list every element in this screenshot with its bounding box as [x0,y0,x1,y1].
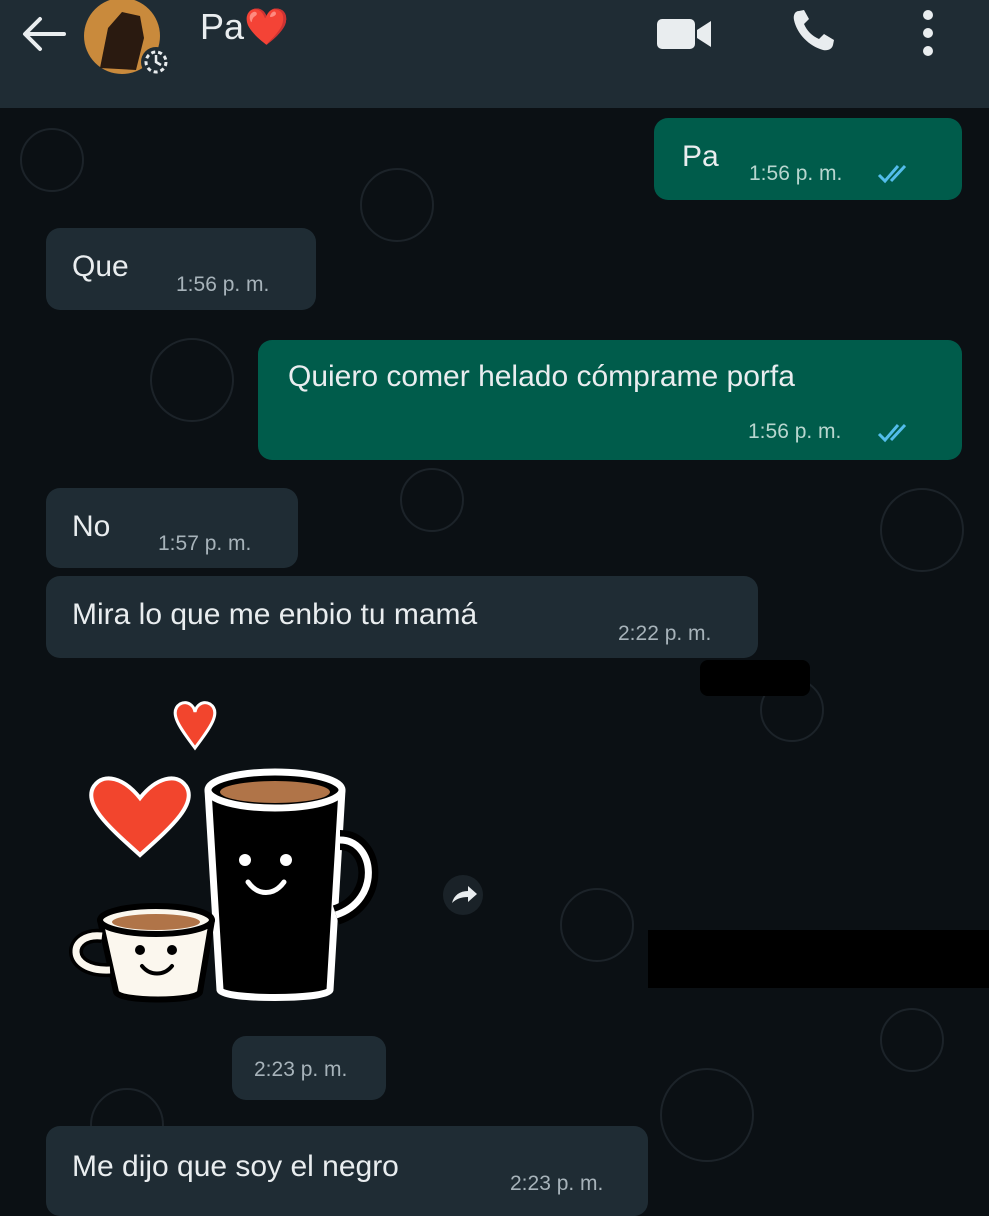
message-bubble-incoming[interactable]: Me dijo que soy el negro 2:23 p. m. [46,1126,648,1216]
doodle-pattern [560,888,634,962]
coffee-cups-sticker[interactable] [60,700,400,1020]
message-text: Pa [682,140,719,173]
message-text: Quiero comer helado cómprame porfa [288,360,795,393]
message-text: No [72,510,111,543]
doodle-pattern [360,168,434,242]
doodle-pattern [400,468,464,532]
message-time: 1:56 p. m. [748,420,842,443]
doodle-pattern [150,338,234,422]
message-bubble-outgoing[interactable]: Quiero comer helado cómprame porfa 1:56 … [258,340,962,460]
message-time: 2:23 p. m. [510,1172,604,1195]
redacted-area [648,930,989,988]
message-time: 2:23 p. m. [254,1058,348,1081]
read-receipt-icon [877,164,907,184]
message-text: Mira lo que me enbio tu mamá [72,598,478,631]
message-time: 2:22 p. m. [618,622,712,645]
phone-icon[interactable] [790,8,836,54]
message-time: 1:57 p. m. [158,532,252,555]
message-time: 1:56 p. m. [176,273,270,296]
forward-icon[interactable] [440,875,486,915]
doodle-pattern [660,1068,754,1162]
doodle-pattern [880,1008,944,1072]
read-receipt-icon [877,423,907,443]
message-bubble-outgoing[interactable]: Pa 1:56 p. m. [654,118,962,200]
doodle-pattern [880,488,964,572]
message-time: 1:56 p. m. [749,162,843,185]
menu-dots-icon[interactable] [918,8,938,58]
doodle-pattern [20,128,84,192]
message-text: Que [72,250,129,283]
message-bubble-incoming[interactable]: Que 1:56 p. m. [46,228,316,310]
back-arrow-icon[interactable] [20,14,68,54]
message-bubble-incoming[interactable]: Mira lo que me enbio tu mamá 2:22 p. m. [46,576,758,658]
message-text: Me dijo que soy el negro [72,1150,399,1183]
chat-header: Pa❤️ [0,0,989,108]
sticker-timestamp: 2:23 p. m. [232,1036,386,1100]
contact-name-text: Pa [200,6,245,47]
message-bubble-incoming[interactable]: No 1:57 p. m. [46,488,298,568]
heart-emoji: ❤️ [244,6,289,47]
contact-name[interactable]: Pa❤️ [200,6,289,48]
redacted-area [700,660,810,696]
video-call-icon[interactable] [655,16,713,52]
avatar[interactable] [82,0,178,78]
